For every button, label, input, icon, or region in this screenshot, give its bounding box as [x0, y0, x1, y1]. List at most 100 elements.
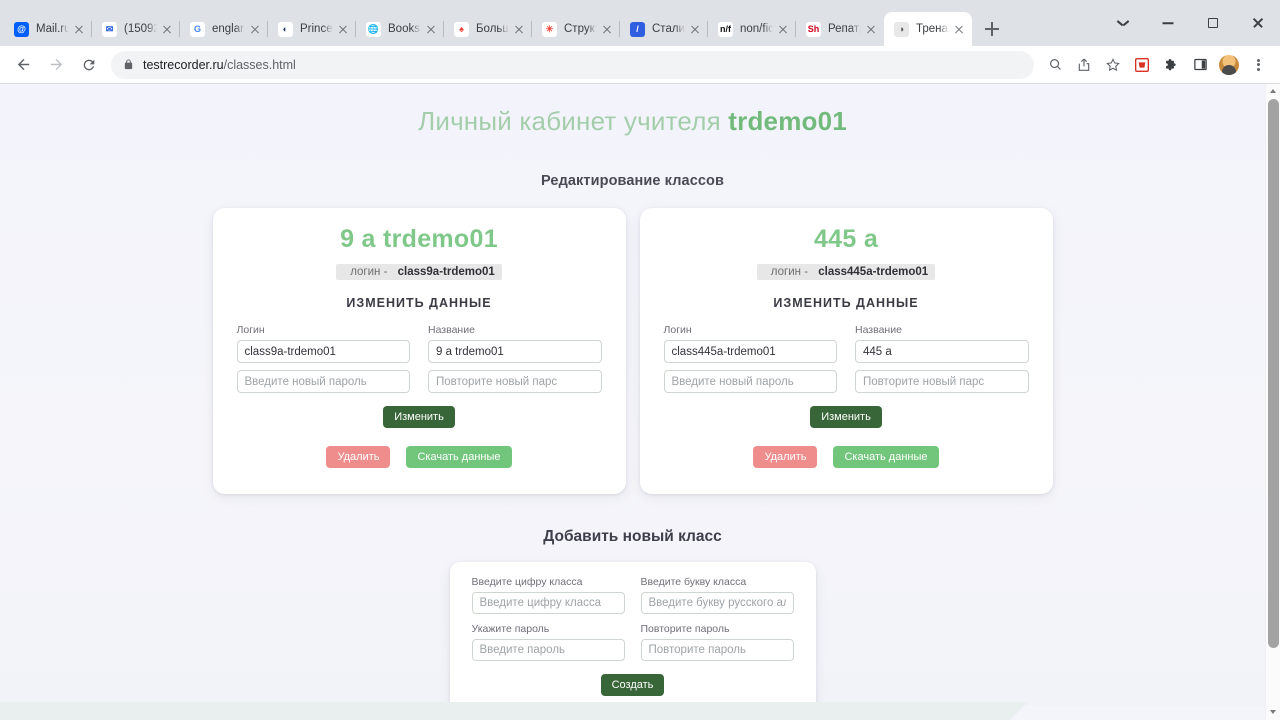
address-bar[interactable]: testrecorder.ru/classes.html [111, 50, 1034, 79]
more-menu-icon [1250, 57, 1266, 73]
tab-close-icon[interactable] [864, 22, 878, 36]
delete-button[interactable]: Удалить [326, 446, 391, 469]
tab-search-button[interactable] [1100, 0, 1145, 46]
asterisk-icon: ✳ [542, 21, 557, 37]
browser-tab[interactable]: @ Mail.ru: п [4, 12, 92, 46]
login-prefix: логин - [343, 264, 398, 280]
new-password-input[interactable] [663, 370, 837, 393]
login-value: class445a-trdemo01 [818, 266, 929, 278]
extension-red-button[interactable] [1128, 51, 1156, 79]
tab-close-icon[interactable] [776, 22, 790, 36]
add-class-card: Введите цифру класса Введите букву класс… [449, 562, 816, 715]
profile-avatar [1219, 54, 1239, 75]
scroll-down-arrow[interactable] [1266, 705, 1280, 720]
browser-tab[interactable]: / Стали из [619, 12, 708, 46]
mail-envelope-icon: ✉ [102, 21, 117, 37]
tab-close-icon[interactable] [336, 22, 350, 36]
change-button-row: Изменить [664, 406, 1029, 429]
browser-tab-title: Структур [564, 23, 597, 35]
chevron-down-icon [1117, 20, 1128, 26]
browser-tab-title: Большие [476, 23, 509, 35]
browser-tab[interactable]: ◐ Prince Ha [267, 12, 356, 46]
download-data-button[interactable]: Скачать данные [406, 446, 512, 469]
class-card-title: 9 a trdemo01 [340, 225, 498, 253]
add-class-title: Добавить новый класс [543, 528, 722, 546]
class-repeat-password-input[interactable] [640, 639, 794, 662]
maximize-button[interactable] [1190, 0, 1235, 46]
browser-tab[interactable]: n/f non/fictio [707, 12, 796, 46]
profile-button[interactable] [1215, 51, 1243, 79]
tab-strip: @ Mail.ru: п ✉ (15092) В Gengland b ◐ Prince H… [0, 0, 1280, 46]
browser-tab[interactable]: ♠ Большие [443, 12, 532, 46]
browser-tab[interactable]: ◑ Тренаже [884, 12, 972, 46]
maximize-icon [1207, 18, 1218, 28]
name-field-group: Название [428, 324, 602, 363]
repeat-password-input[interactable] [855, 370, 1029, 393]
browser-tab[interactable]: Gengland b [179, 12, 268, 46]
new-password-group [236, 370, 410, 393]
extensions-button[interactable] [1157, 51, 1185, 79]
nf-icon: n/f [718, 21, 733, 37]
class-card-subtitle: ИЗМЕНИТЬ ДАННЫЕ [773, 296, 919, 310]
change-button[interactable]: Изменить [383, 406, 455, 429]
page-scrollbar[interactable] [1265, 84, 1280, 720]
side-panel-button[interactable] [1186, 51, 1214, 79]
search-button[interactable] [1041, 51, 1069, 79]
class-password-input[interactable] [471, 639, 625, 662]
tab-close-icon[interactable] [688, 22, 702, 36]
name-input[interactable] [855, 340, 1029, 363]
tab-close-icon[interactable] [952, 22, 966, 36]
share-button[interactable] [1070, 51, 1098, 79]
status-bar [0, 702, 1028, 720]
change-button[interactable]: Изменить [810, 406, 882, 429]
browser-tab[interactable]: Sh Репатриа [795, 12, 884, 46]
repeat-password-input[interactable] [428, 370, 602, 393]
tab-close-icon[interactable] [160, 22, 174, 36]
browser-tab-title: Bookstor [388, 23, 421, 35]
login-input[interactable] [663, 340, 837, 363]
scroll-up-arrow[interactable] [1266, 84, 1280, 99]
browser-tab[interactable]: ✳ Структур [531, 12, 620, 46]
name-input[interactable] [428, 340, 602, 363]
class-repeat-password-group: Повторите пароль [640, 623, 794, 662]
edit-form: Логин Название [663, 324, 1029, 393]
class-letter-input[interactable] [640, 592, 794, 615]
tab-close-icon[interactable] [600, 22, 614, 36]
class-letter-group: Введите букву класса [640, 576, 794, 615]
tab-close-icon[interactable] [72, 22, 86, 36]
class-card: 445 а логин - class445a-trdemo01 ИЗМЕНИТ… [639, 208, 1053, 495]
login-input[interactable] [236, 340, 410, 363]
reload-icon [83, 59, 95, 70]
puzzle-extensions-icon [1166, 58, 1176, 70]
create-class-button[interactable]: Создать [600, 674, 665, 697]
more-menu-button[interactable] [1244, 51, 1272, 79]
browser-tab-title: Тренаже [916, 23, 949, 35]
browser-tab[interactable]: 🌐 Bookstor [355, 12, 444, 46]
reload-button[interactable] [74, 50, 104, 80]
browser-tab[interactable]: ✉ (15092) В [91, 12, 180, 46]
class-digit-input[interactable] [471, 592, 625, 615]
close-window-button[interactable] [1235, 0, 1280, 46]
new-tab-button[interactable] [978, 15, 1006, 43]
delete-button[interactable]: Удалить [753, 446, 818, 469]
minimize-icon [1162, 22, 1173, 24]
window-controls [1100, 0, 1280, 46]
tab-close-icon[interactable] [424, 22, 438, 36]
class-cards: 9 a trdemo01 логин - class9a-trdemo01 ИЗ… [0, 208, 1265, 495]
class-digit-group: Введите цифру класса [471, 576, 625, 615]
google-icon: G [190, 21, 205, 37]
scrollbar-thumb[interactable] [1268, 99, 1279, 648]
browser-tab-title: non/fictio [740, 23, 773, 35]
minimize-button[interactable] [1145, 0, 1190, 46]
back-button[interactable] [8, 50, 38, 80]
tab-close-icon[interactable] [512, 22, 526, 36]
bookmark-button[interactable] [1099, 51, 1127, 79]
tab-close-icon[interactable] [248, 22, 262, 36]
download-data-button[interactable]: Скачать данные [833, 446, 939, 469]
add-class-form: Введите цифру класса Введите букву класс… [471, 576, 794, 662]
class-letter-label: Введите букву класса [640, 576, 747, 589]
forward-button[interactable] [41, 50, 71, 80]
new-password-input[interactable] [236, 370, 410, 393]
change-button-row: Изменить [237, 406, 602, 429]
prince-icon: ◐ [278, 21, 293, 37]
